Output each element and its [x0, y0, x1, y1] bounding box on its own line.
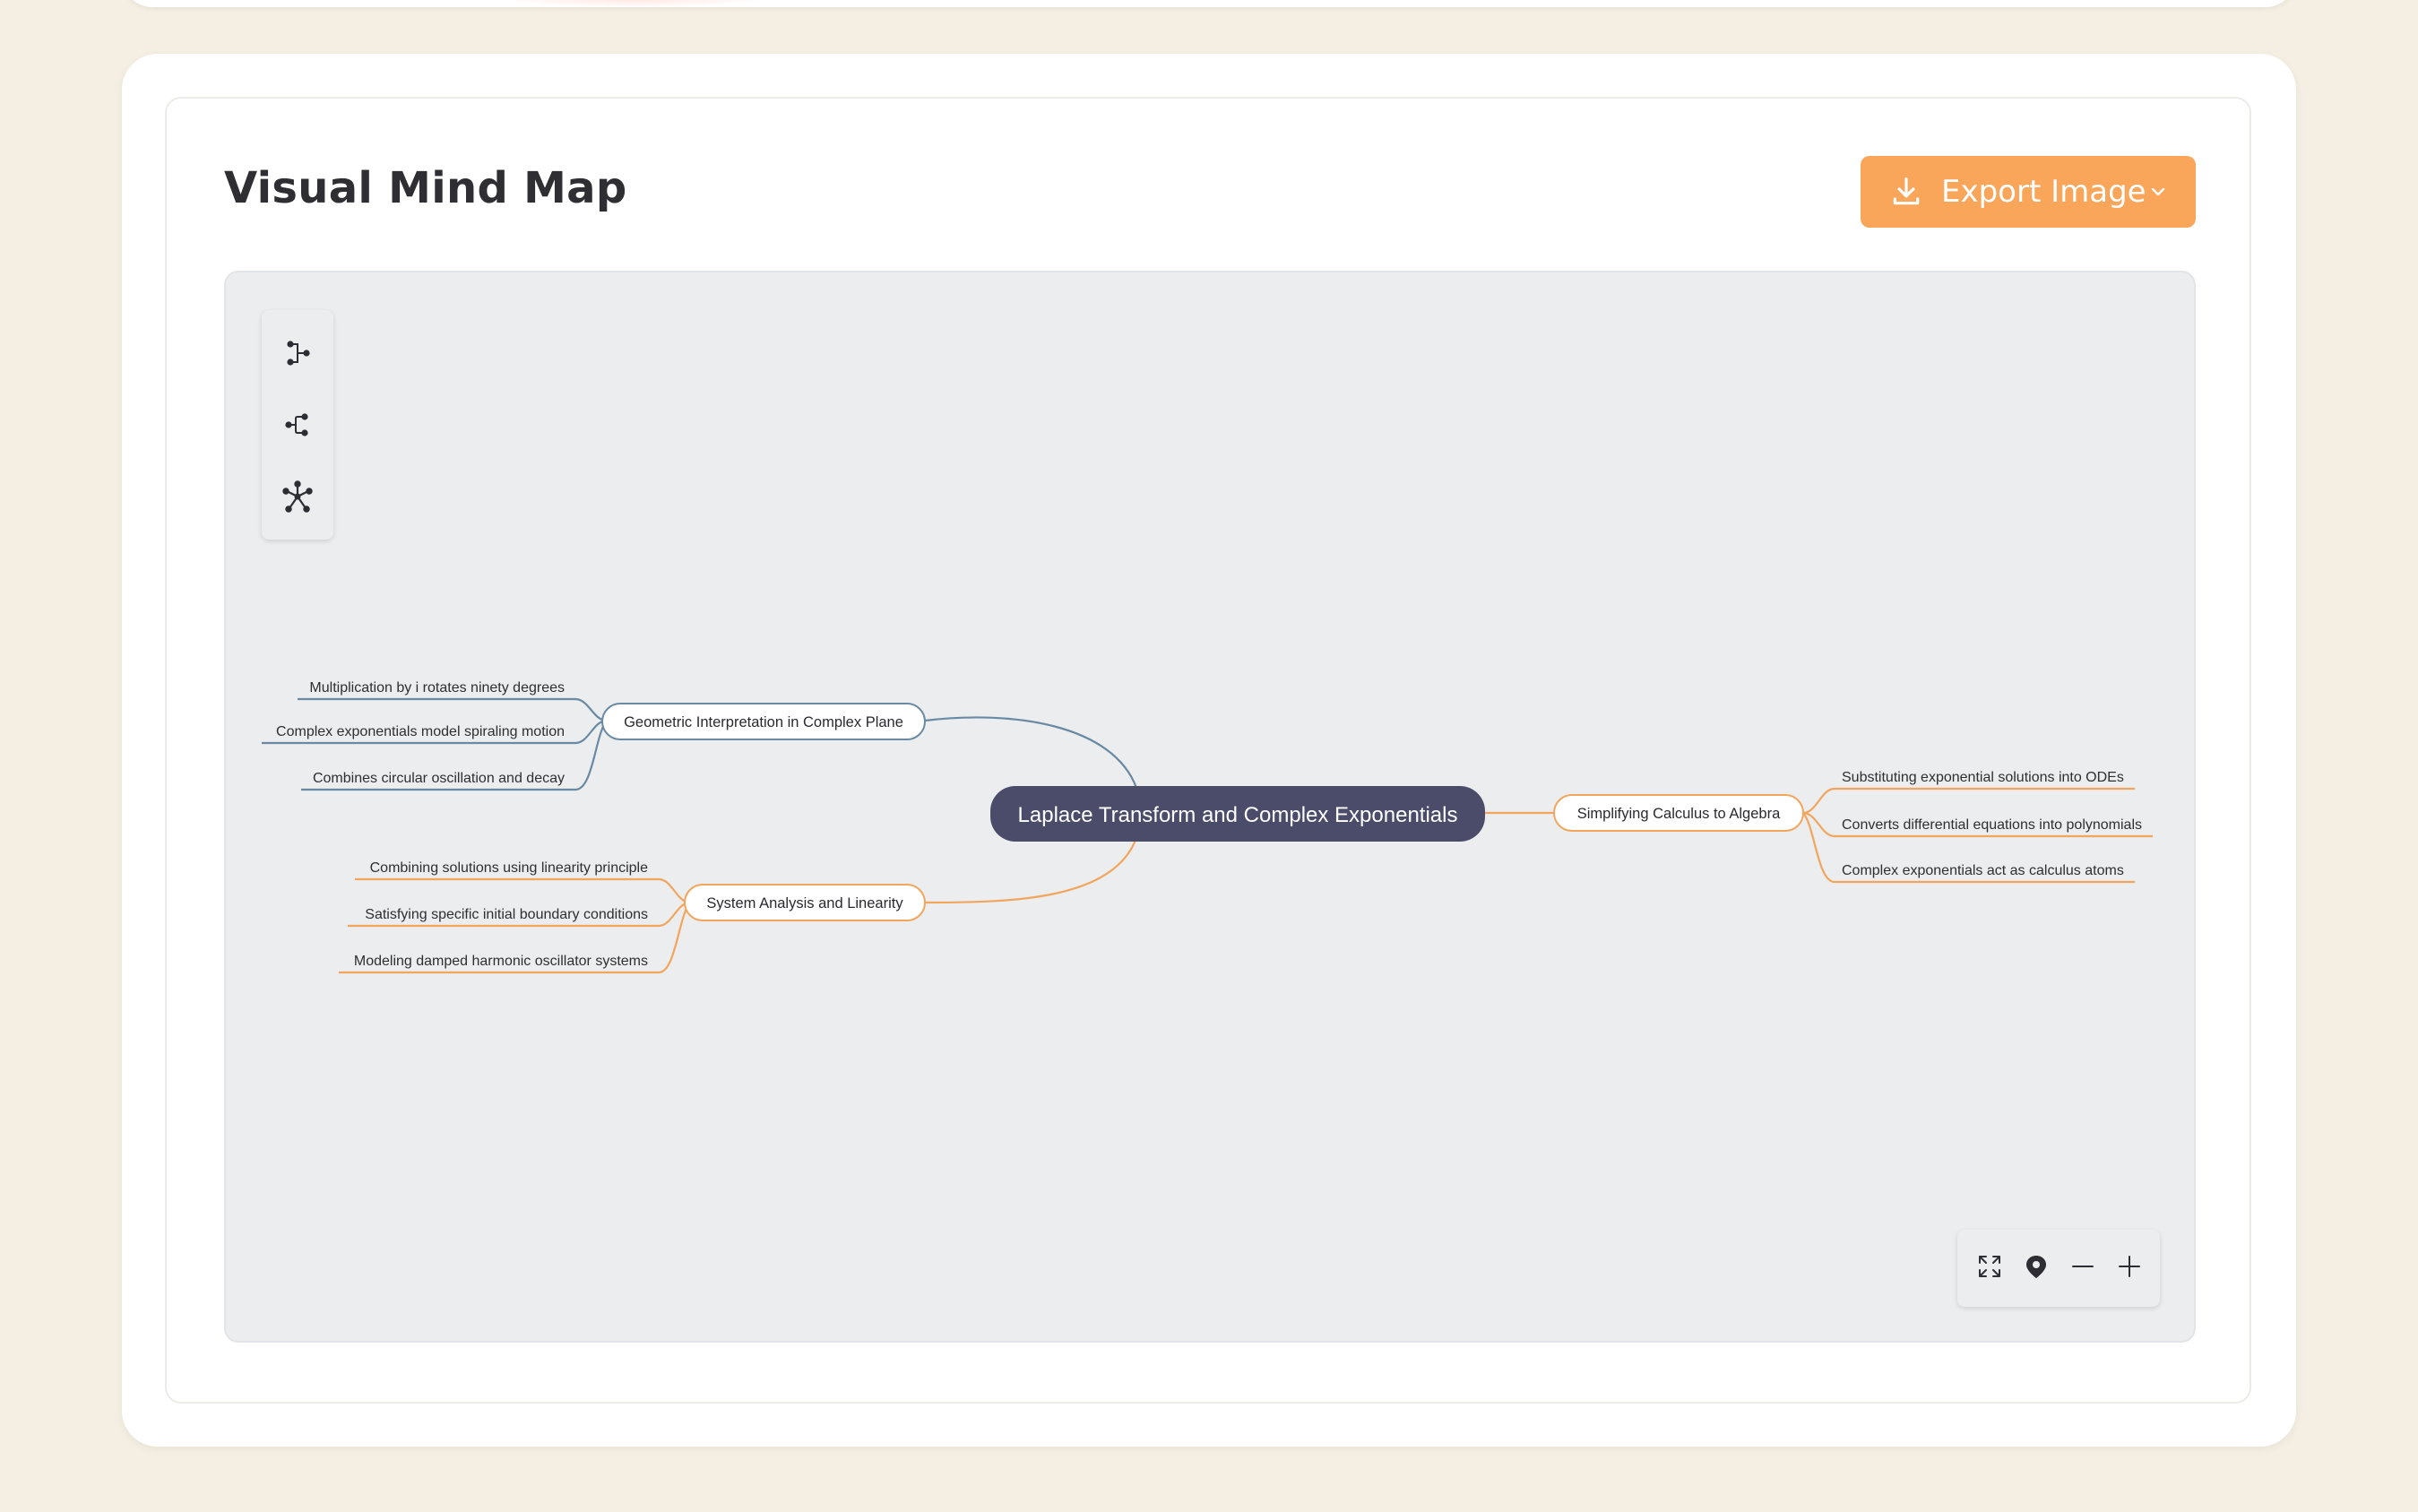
export-image-button[interactable]: Export Image	[1861, 156, 2196, 228]
leaf-calculus-1[interactable]: Substituting exponential solutions into …	[1842, 770, 2124, 785]
previous-card-accent	[498, 0, 767, 7]
previous-card	[122, 0, 2296, 7]
leaf-system-1[interactable]: Combining solutions using linearity prin…	[370, 860, 648, 876]
download-icon	[1889, 175, 1923, 209]
fit-screen-icon	[1976, 1253, 2003, 1284]
branch-node-calculus[interactable]: Simplifying Calculus to Algebra	[1577, 806, 1781, 822]
connector-geometric-child-1	[298, 697, 608, 722]
zoom-in-icon	[2116, 1253, 2143, 1284]
locate-center-icon	[2023, 1253, 2050, 1284]
mind-map-panel: Visual Mind Map Export Image Geometric I…	[165, 97, 2251, 1404]
leaf-geometric-3[interactable]: Combines circular oscillation and decay	[313, 771, 565, 786]
connector-root-geometric	[924, 716, 1138, 789]
layout-radial-icon	[281, 480, 314, 517]
connector-calculus-child-1	[1802, 787, 2135, 815]
layout-right-button[interactable]	[276, 333, 319, 376]
zoom-in-button[interactable]	[2108, 1247, 2151, 1290]
zoom-out-button[interactable]	[2061, 1247, 2104, 1290]
root-node[interactable]: Laplace Transform and Complex Exponentia…	[1018, 803, 1458, 827]
leaf-calculus-2[interactable]: Converts differential equations into pol…	[1842, 817, 2142, 833]
leaf-geometric-2[interactable]: Complex exponentials model spiraling mot…	[276, 724, 565, 739]
branch-node-system[interactable]: System Analysis and Linearity	[706, 895, 903, 912]
zoom-out-icon	[2069, 1253, 2096, 1284]
export-image-label: Export Image	[1941, 174, 2146, 210]
layout-left-icon	[283, 410, 312, 444]
mind-map-graph: Geometric Interpretation in Complex Plan…	[262, 680, 2153, 974]
leaf-geometric-1[interactable]: Multiplication by i rotates ninety degre…	[309, 680, 565, 696]
zoom-toolbar	[1957, 1230, 2160, 1307]
layout-radial-button[interactable]	[276, 477, 319, 520]
page-title: Visual Mind Map	[224, 163, 627, 213]
leaf-calculus-3[interactable]: Complex exponentials act as calculus ato…	[1842, 863, 2124, 878]
chevron-down-icon[interactable]	[2147, 181, 2169, 203]
branch-node-geometric[interactable]: Geometric Interpretation in Complex Plan…	[624, 714, 903, 730]
connector-system-child-1	[355, 877, 691, 904]
mind-map-canvas[interactable]: Geometric Interpretation in Complex Plan…	[224, 271, 2196, 1343]
fit-screen-button[interactable]	[1968, 1247, 2011, 1290]
connector-root-system	[924, 837, 1138, 904]
layout-toolbar	[262, 310, 333, 540]
layout-right-icon	[283, 339, 312, 372]
mind-map-card: Visual Mind Map Export Image Geometric I…	[122, 54, 2296, 1447]
layout-left-button[interactable]	[276, 405, 319, 448]
locate-center-button[interactable]	[2015, 1247, 2058, 1290]
leaf-system-2[interactable]: Satisfying specific initial boundary con…	[365, 907, 648, 922]
leaf-system-3[interactable]: Modeling damped harmonic oscillator syst…	[354, 954, 648, 969]
